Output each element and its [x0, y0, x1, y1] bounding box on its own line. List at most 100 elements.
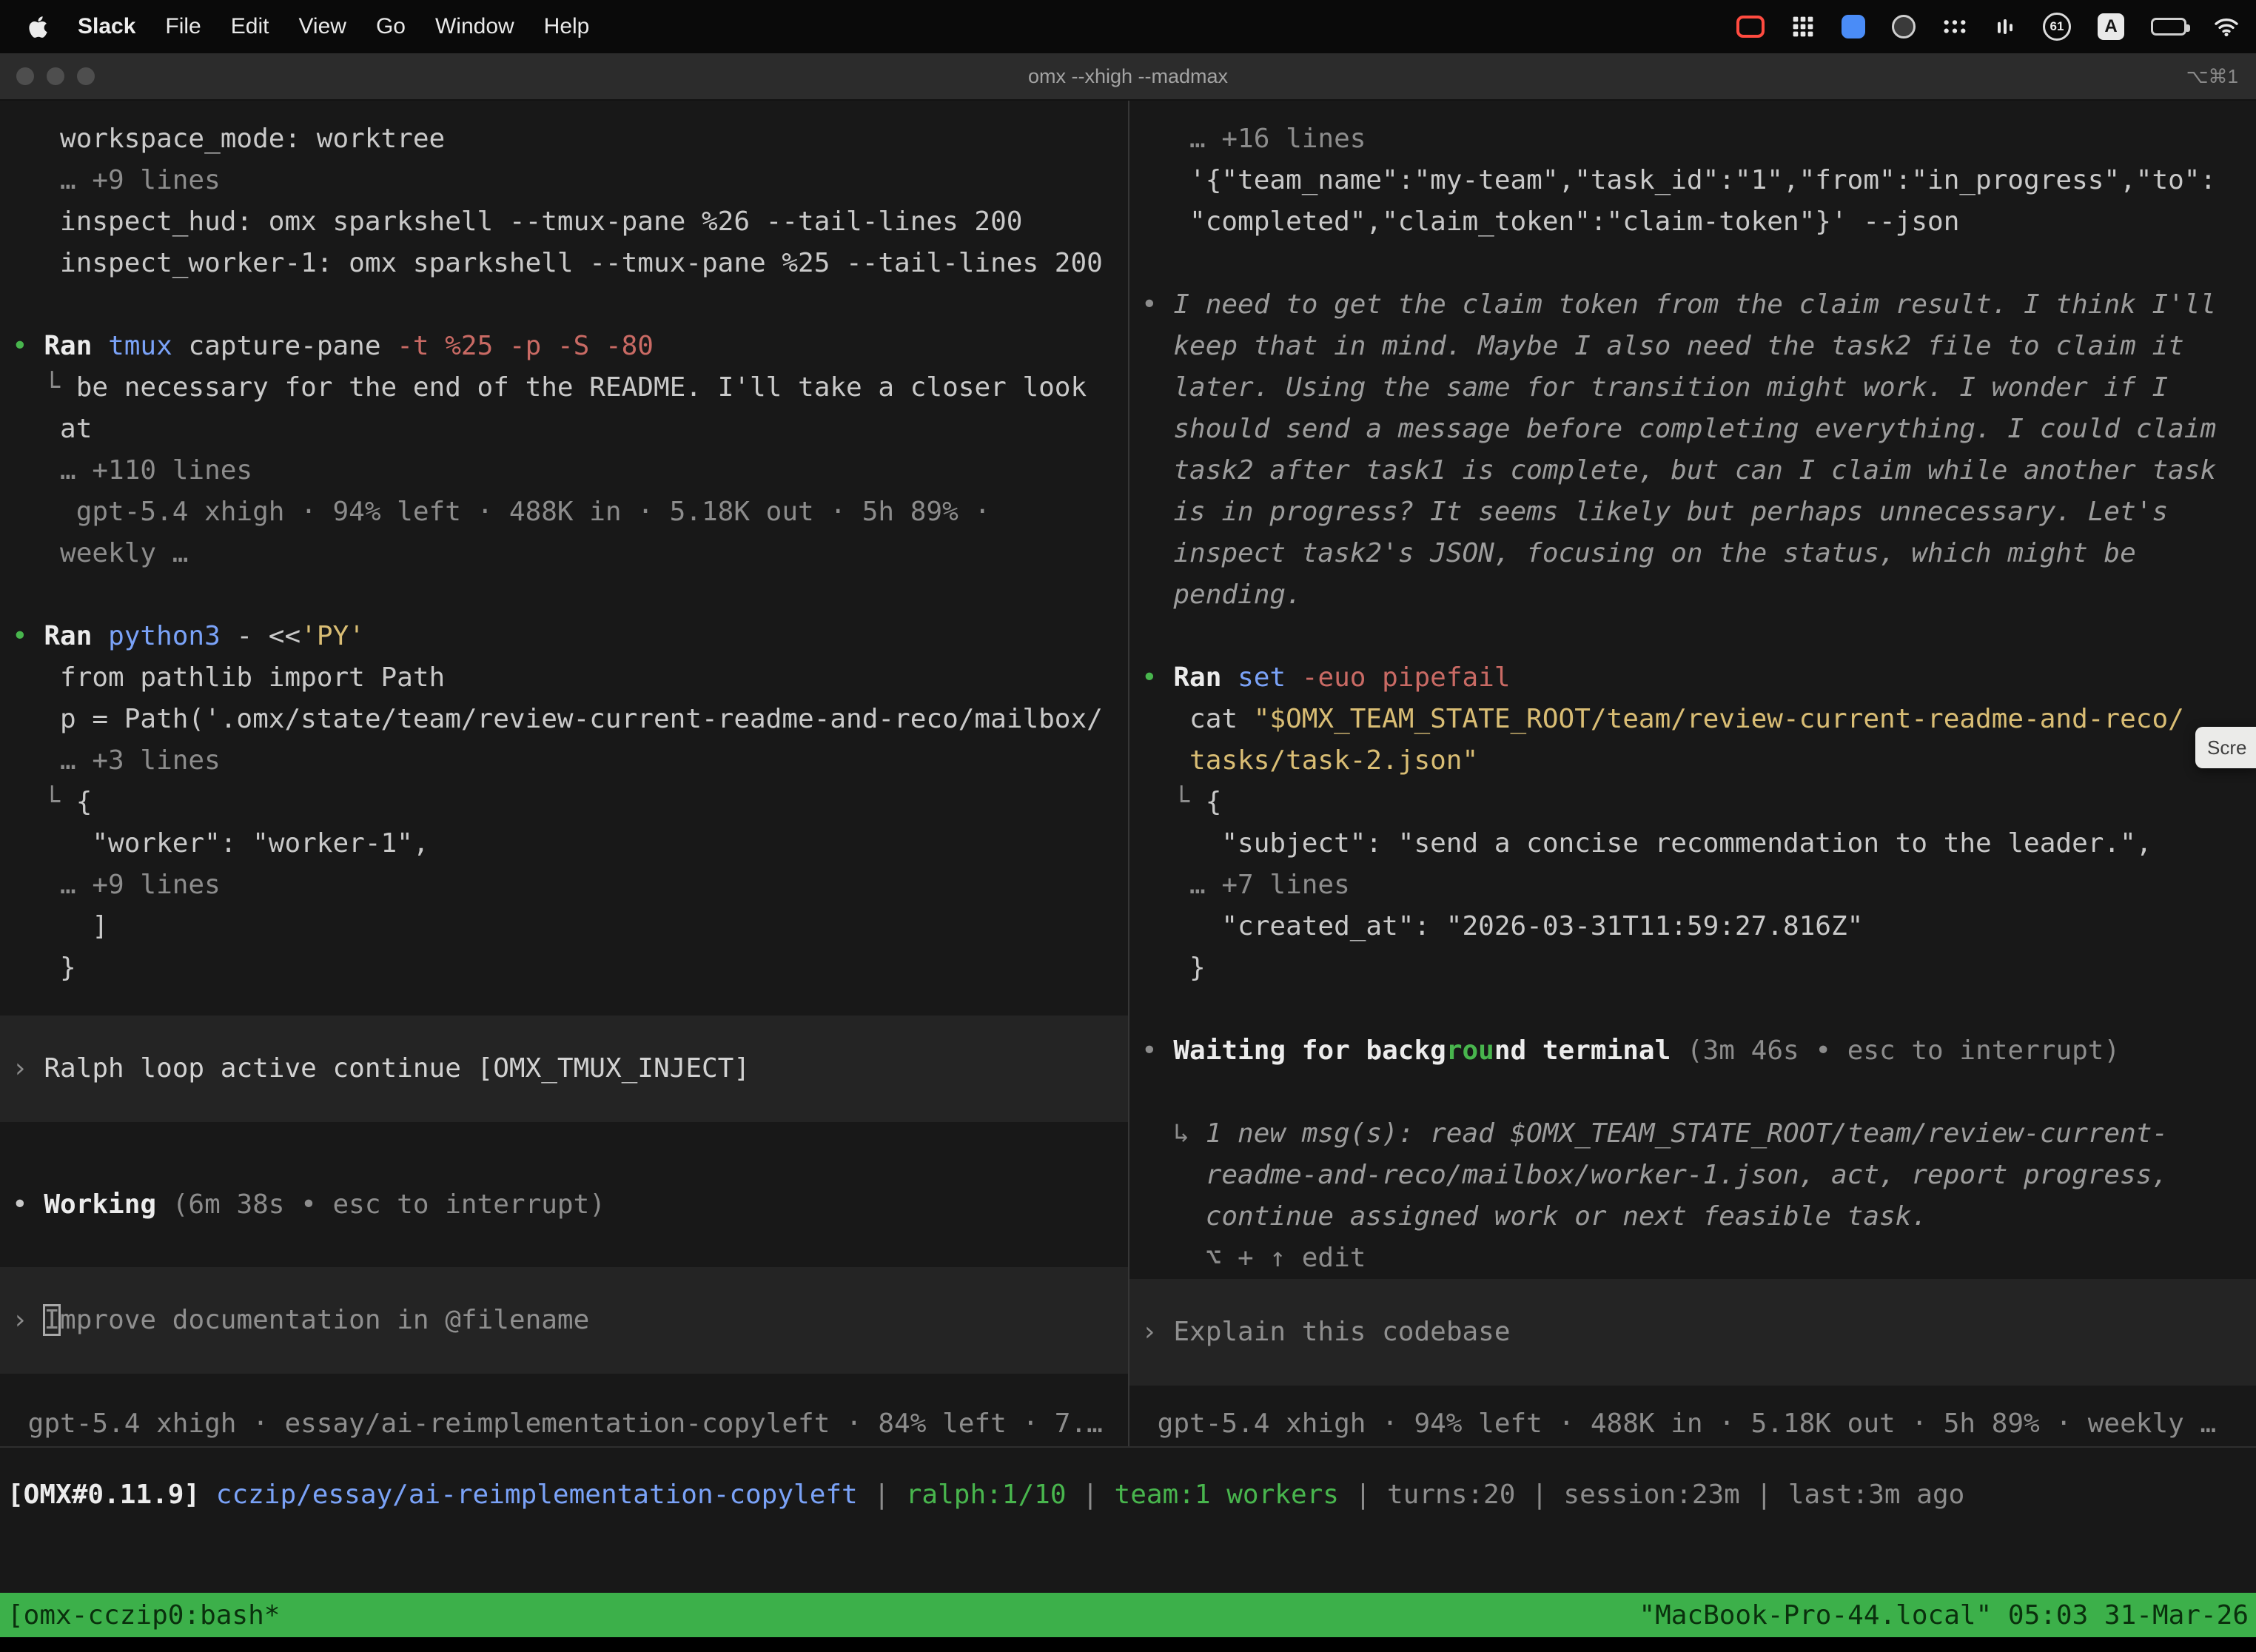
menu-item-file[interactable]: File — [165, 14, 201, 39]
text-segment: … +9 lines — [12, 165, 221, 195]
terminal-line: readme-and-reco/mailbox/worker-1.json, a… — [1141, 1155, 2256, 1196]
terminal-line: … +7 lines — [1141, 864, 2256, 906]
terminal-line: task2 after task1 is complete, but can I… — [1141, 450, 2256, 491]
terminal-line: └ { — [1141, 782, 2256, 823]
text-segment: ↳ — [1141, 1118, 1206, 1149]
text-segment: … +110 lines — [12, 455, 252, 486]
text-segment: keep that in mind. Maybe I also need the… — [1141, 331, 2184, 361]
terminal-line: … +110 lines — [12, 450, 1128, 491]
composer-input-line[interactable]: › Improve documentation in @filename — [12, 1300, 1116, 1341]
input-source-icon[interactable]: A — [2098, 13, 2124, 40]
text-segment: | — [1740, 1480, 1788, 1510]
apple-menu-icon[interactable] — [28, 15, 48, 39]
terminal-line: is in progress? It seems likely but perh… — [1141, 491, 2256, 533]
right-pane-statusline: gpt-5.4 xhigh · 94% left · 488K in · 5.1… — [1141, 1403, 2256, 1445]
terminal-line: } — [1141, 947, 2256, 989]
text-segment: later. Using the same for transition mig… — [1141, 372, 2168, 403]
text-segment: at — [12, 414, 92, 444]
wifi-icon[interactable] — [2213, 16, 2240, 37]
terminal-line: pending. — [1141, 574, 2256, 616]
battery-icon[interactable] — [2151, 18, 2186, 36]
text-segment: • — [12, 621, 44, 651]
menu-item-help[interactable]: Help — [544, 14, 590, 39]
text-segment: • — [12, 1189, 44, 1220]
terminal-line: later. Using the same for transition mig… — [1141, 367, 2256, 409]
terminal-line — [1141, 1072, 2256, 1113]
terminal-line: continue assigned work or next feasible … — [1141, 1196, 2256, 1238]
prompt-chevron-icon: › — [12, 1305, 44, 1335]
tmux-panes: workspace_mode: worktree … +9 lines insp… — [0, 101, 2256, 1446]
window-shortcut-hint: ⌥⌘1 — [2186, 65, 2256, 88]
grid-icon[interactable] — [1791, 15, 1815, 38]
titlebar: omx --xhigh --madmax ⌥⌘1 — [0, 53, 2256, 101]
text-segment: ] — [12, 911, 108, 941]
terminal-line: • Ran tmux capture-pane -t %25 -p -S -80 — [12, 326, 1128, 367]
text-segment: cczip/essay/ai-reimplementation-copyleft — [216, 1480, 858, 1510]
spacer — [12, 1226, 1128, 1267]
spacer — [12, 1122, 1128, 1184]
left-pane: workspace_mode: worktree … +9 lines insp… — [0, 101, 1128, 1446]
text-segment: 1 new msg(s): read $OMX_TEAM_STATE_ROOT/… — [1206, 1118, 2168, 1149]
screen-recording-indicator-icon[interactable] — [1736, 16, 1765, 38]
text-segment: -t %25 -p -S -80 — [397, 331, 654, 361]
bars-icon[interactable] — [1994, 16, 2016, 38]
gauge-icon[interactable]: 61 — [2043, 13, 2071, 41]
menu-item-edit[interactable]: Edit — [231, 14, 269, 39]
terminal-line: gpt-5.4 xhigh · 94% left · 488K in · 5.1… — [12, 491, 1128, 533]
text-segment: … +3 lines — [12, 745, 221, 776]
text-segment: └ — [12, 372, 76, 403]
app-circle-icon[interactable] — [1892, 15, 1916, 38]
composer-placeholder-text: mprove documentation in @filename — [60, 1305, 589, 1335]
text-segment: | — [1515, 1480, 1563, 1510]
text-segment: inspect_hud: omx sparkshell --tmux-pane … — [12, 206, 1022, 237]
text-segment: └ — [1141, 787, 1206, 817]
screenshot-notification-text: Scre — [2207, 736, 2246, 759]
terminal-line: tasks/task-2.json" — [1141, 740, 2256, 782]
text-segment: … +7 lines — [1141, 870, 1350, 900]
terminal-line: gpt-5.4 xhigh · essay/ai-reimplementatio… — [12, 1403, 1128, 1445]
dots-grid-icon[interactable] — [1942, 18, 1967, 36]
terminal-line: "worker": "worker-1", — [12, 823, 1128, 864]
active-app-name[interactable]: Slack — [78, 14, 135, 39]
text-segment: • — [1141, 289, 1173, 320]
terminal-line: inspect task2's JSON, focusing on the st… — [1141, 533, 2256, 574]
text-segment: turns:20 — [1387, 1480, 1515, 1510]
zoom-button[interactable] — [77, 67, 95, 85]
terminal-line: … +9 lines — [12, 160, 1128, 201]
terminal-line: "subject": "send a concise recommendatio… — [1141, 823, 2256, 864]
menu-item-window[interactable]: Window — [435, 14, 514, 39]
text-segment: "created_at": "2026-03-31T11:59:27.816Z" — [1141, 911, 1863, 941]
spacer — [12, 1374, 1128, 1403]
text-segment: "completed","claim_token":"claim-token"}… — [1141, 206, 1959, 237]
text-segment: last:3m ago — [1788, 1480, 1964, 1510]
injected-prompt-text: Ralph loop active continue [OMX_TMUX_INJ… — [44, 1053, 750, 1084]
close-button[interactable] — [16, 67, 34, 85]
text-segment: -euo pipefail — [1302, 662, 1511, 693]
text-segment: gpt-5.4 xhigh · essay/ai-reimplementatio… — [12, 1408, 1103, 1439]
terminal-line: from pathlib import Path — [12, 657, 1128, 699]
prompt-strip-explain[interactable]: › Explain this codebase — [1129, 1279, 2256, 1386]
terminal-line: • Ran python3 - <<'PY' — [12, 616, 1128, 657]
raycast-icon[interactable] — [1842, 15, 1865, 38]
terminal-line: inspect_hud: omx sparkshell --tmux-pane … — [12, 201, 1128, 243]
terminal: workspace_mode: worktree … +9 lines insp… — [0, 101, 2256, 1652]
text-segment: } — [1141, 953, 1206, 983]
menu-item-go[interactable]: Go — [376, 14, 406, 39]
terminal-line: [OMX#0.11.9] cczip/essay/ai-reimplementa… — [7, 1474, 2256, 1516]
text-segment: p = Path('.omx/state/team/review-current… — [12, 704, 1103, 734]
text-segment: • — [1141, 1035, 1173, 1066]
prompt-strip-improve[interactable]: › Improve documentation in @filename — [0, 1267, 1128, 1374]
text-segment: { — [1206, 787, 1222, 817]
tmux-session-name: [omx-cczip0:bash* — [7, 1600, 280, 1631]
text-segment: tmux — [108, 331, 188, 361]
text-segment: | — [858, 1480, 906, 1510]
composer-suggestion-line[interactable]: › Explain this codebase — [1141, 1312, 2244, 1353]
traffic-lights — [0, 67, 95, 85]
menu-item-view[interactable]: View — [298, 14, 346, 39]
terminal-line: ] — [12, 906, 1128, 947]
composer-suggestion-text: Explain this codebase — [1173, 1317, 1510, 1347]
text-segment: 'PY' — [301, 621, 365, 651]
minimize-button[interactable] — [47, 67, 64, 85]
text-segment: } — [12, 953, 76, 983]
screenshot-notification[interactable]: Scre — [2195, 727, 2256, 768]
